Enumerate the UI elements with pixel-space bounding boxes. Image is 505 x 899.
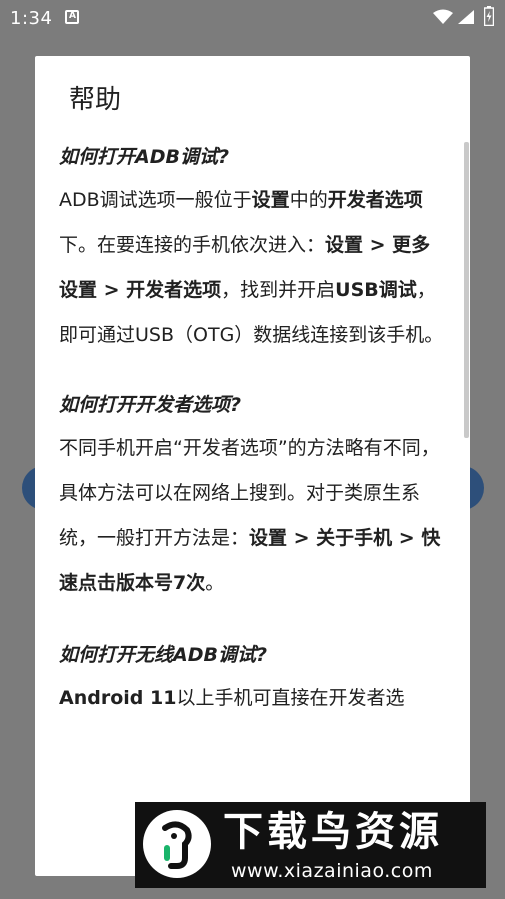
body-text: ，找到并开启: [221, 279, 336, 301]
body-text: 下。在要连接的手机依次进入：: [59, 234, 326, 256]
status-bar: 1:34: [0, 0, 505, 38]
section-body: 不同手机开启“开发者选项”的方法略有不同，具体方法可以在网络上搜到。对于类原生系…: [59, 426, 449, 606]
wifi-icon: [433, 9, 453, 24]
help-section-developer-options: 如何打开开发者选项? 不同手机开启“开发者选项”的方法略有不同，具体方法可以在网…: [59, 390, 449, 606]
dialog-title: 帮助: [69, 85, 122, 115]
help-section-adb: 如何打开ADB调试? ADB调试选项一般位于设置中的开发者选项下。在要连接的手机…: [59, 142, 449, 358]
status-time: 1:34: [10, 8, 53, 29]
bird-logo-icon: [143, 810, 211, 878]
watermark-banner: 下载鸟资源 www.xiazainiao.com: [135, 802, 486, 888]
body-text: 。: [205, 572, 225, 594]
section-heading: 如何打开ADB调试?: [59, 146, 229, 168]
help-dialog: 帮助 如何打开ADB调试? ADB调试选项一般位于设置中的开发者选项下。在要连接…: [35, 56, 470, 876]
emphasis-text: USB调试: [335, 279, 417, 301]
section-heading: 如何打开开发者选项?: [59, 394, 242, 416]
body-text: 中的: [289, 189, 328, 211]
emphasis-text: 设置: [251, 189, 290, 211]
body-text: 以上手机可直接在开发者选: [176, 687, 405, 709]
body-text: ADB调试选项一般位于: [59, 189, 252, 211]
emphasis-text: 开发者选项: [327, 189, 423, 211]
section-body: Android 11以上手机可直接在开发者选: [59, 676, 449, 721]
help-content-scroll[interactable]: 如何打开ADB调试? ADB调试选项一般位于设置中的开发者选项下。在要连接的手机…: [59, 142, 449, 876]
section-body: ADB调试选项一般位于设置中的开发者选项下。在要连接的手机依次进入：设置 > 更…: [59, 178, 449, 358]
notification-a-icon: [65, 10, 79, 24]
cell-signal-icon: [458, 10, 474, 24]
scrollbar[interactable]: [464, 142, 469, 438]
help-section-wireless-adb: 如何打开无线ADB调试? Android 11以上手机可直接在开发者选: [59, 640, 449, 721]
watermark-url: www.xiazainiao.com: [231, 860, 433, 882]
emphasis-text: Android 11: [59, 687, 177, 709]
watermark-title: 下载鸟资源: [223, 809, 443, 855]
section-heading: 如何打开无线ADB调试?: [59, 644, 267, 666]
battery-charging-icon: [484, 6, 494, 26]
